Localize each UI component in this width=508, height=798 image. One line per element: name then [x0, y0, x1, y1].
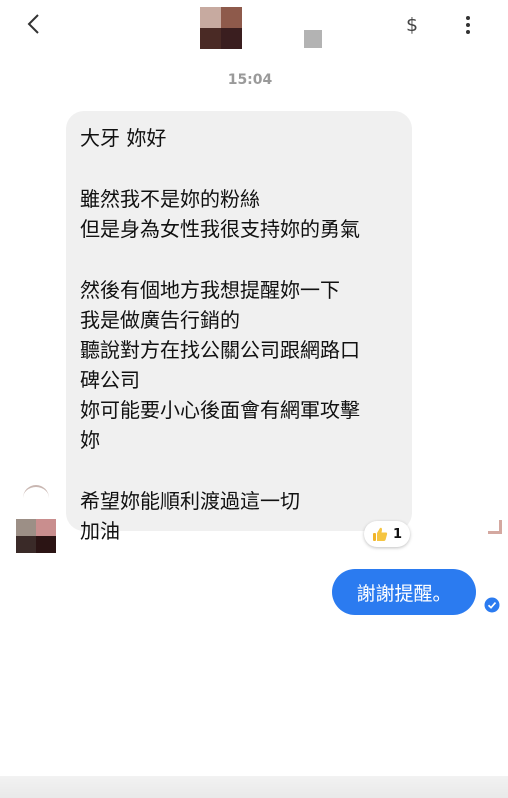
contact-name-redaction [304, 30, 322, 48]
contact-avatar[interactable] [200, 7, 242, 49]
bottom-bar [0, 776, 508, 798]
avatar-tile [16, 536, 36, 553]
message-line: 聽說對方在找公關公司跟網路口 [80, 338, 360, 362]
message-line: 加油 [80, 519, 120, 543]
sender-avatar[interactable] [16, 519, 56, 553]
avatar-tile [221, 28, 242, 49]
avatar-tile [221, 7, 242, 28]
avatar-tile [36, 536, 56, 553]
avatar-tile [16, 519, 36, 536]
message-line: 妳可能要小心後面會有網軍攻擊 [80, 398, 360, 422]
vertical-dots-icon [466, 16, 470, 20]
thumbs-up-icon [372, 527, 388, 541]
payment-button[interactable]: $ [401, 12, 423, 38]
back-button[interactable] [20, 10, 48, 38]
message-reaction[interactable]: 1 [364, 521, 410, 547]
vertical-dots-icon [466, 30, 470, 34]
corner-mark [488, 520, 502, 534]
avatar-tile [200, 28, 221, 49]
reaction-count: 1 [392, 526, 403, 542]
chevron-left-icon [27, 14, 39, 34]
message-line: 然後有個地方我想提醒妳一下 [80, 278, 340, 302]
outgoing-message-bubble[interactable]: 謝謝提醒。 [332, 569, 476, 615]
message-line: 雖然我不是妳的粉絲 [80, 187, 260, 211]
message-line: 妳 [80, 428, 100, 452]
message-line: 碑公司 [80, 368, 140, 392]
message-line: 大牙 妳好 [80, 126, 167, 150]
more-options-button[interactable] [458, 12, 478, 38]
profile-peek-arc [23, 485, 49, 501]
incoming-message-bubble[interactable]: 大牙 妳好 雖然我不是妳的粉絲 但是身為女性我很支持妳的勇氣 然後有個地方我想提… [66, 111, 412, 543]
seen-check-icon [484, 597, 500, 613]
chat-header: $ [0, 0, 508, 56]
chat-screen: $ 15:04 大牙 妳好 雖然我不是妳的粉絲 但是身為女性我很支持妳的勇氣 然… [0, 0, 508, 798]
message-line: 希望妳能順利渡過這一切 [80, 489, 300, 513]
message-line: 但是身為女性我很支持妳的勇氣 [80, 217, 360, 241]
avatar-tile [200, 7, 221, 28]
avatar-tile [36, 519, 56, 536]
dollar-icon: $ [405, 14, 419, 36]
message-line: 我是做廣告行銷的 [80, 308, 240, 332]
outgoing-message-text: 謝謝提醒。 [356, 582, 452, 605]
vertical-dots-icon [466, 23, 470, 27]
message-timestamp: 15:04 [227, 72, 273, 88]
